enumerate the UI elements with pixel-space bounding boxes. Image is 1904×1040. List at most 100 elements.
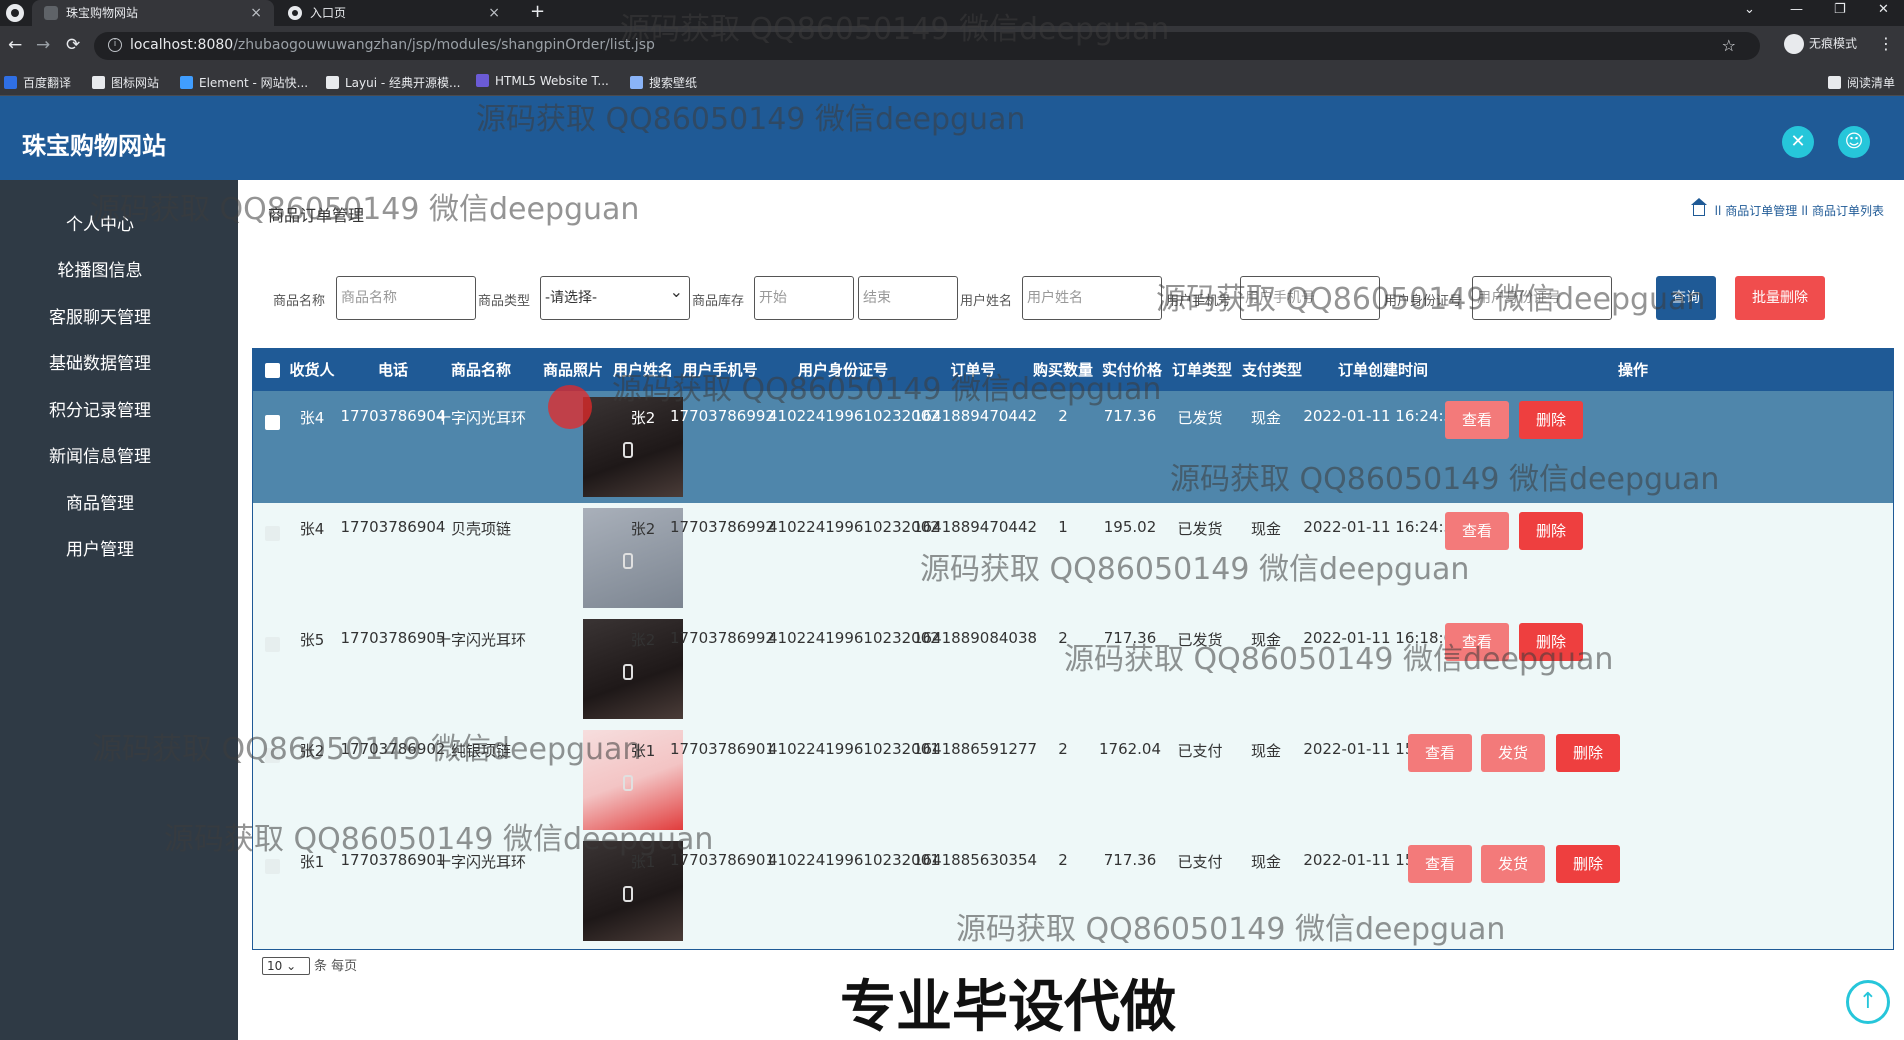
view-button[interactable]: 查看: [1408, 845, 1472, 883]
row-checkbox[interactable]: [265, 415, 280, 430]
sidebar-item-basic-data[interactable]: 基础数据管理: [0, 349, 200, 379]
bookmark-star-icon[interactable]: ☆: [1722, 36, 1736, 55]
minimize-icon[interactable]: —: [1790, 0, 1803, 20]
sidebar-item-chat[interactable]: 客服聊天管理: [0, 303, 200, 333]
tab-zhubao[interactable]: 珠宝购物网站 ×: [32, 0, 274, 26]
delete-button[interactable]: 删除: [1556, 734, 1620, 772]
back-to-top-icon[interactable]: ↑: [1846, 980, 1890, 1024]
browser-tab-bar: 珠宝购物网站 × 入口页 × + ⌄ — ❐ ✕: [0, 0, 1904, 26]
bookmark-item[interactable]: Layui - 经典开源模...: [326, 74, 460, 91]
sidebar-item-products[interactable]: 商品管理: [0, 489, 200, 519]
user-icon[interactable]: ☺: [1838, 126, 1870, 158]
tab-search-icon[interactable]: ⌄: [1744, 0, 1755, 20]
delete-button[interactable]: 删除: [1519, 623, 1583, 661]
user-name-input[interactable]: 用户姓名: [1022, 276, 1162, 320]
bookmark-item[interactable]: 图标网站: [92, 74, 159, 91]
row-checkbox[interactable]: [265, 748, 280, 763]
header-order-type[interactable]: 订单类型: [1165, 349, 1239, 391]
view-button[interactable]: 查看: [1445, 401, 1509, 439]
delete-button[interactable]: 删除: [1519, 512, 1583, 550]
delete-button[interactable]: 删除: [1519, 401, 1583, 439]
cell-order-no: 1641885630354: [913, 851, 1038, 869]
fullscreen-icon[interactable]: ✕: [1782, 126, 1814, 158]
window-close-icon[interactable]: ✕: [1878, 0, 1889, 20]
reload-icon[interactable]: ⟳: [66, 36, 80, 54]
row-checkbox[interactable]: [265, 526, 280, 541]
row-checkbox[interactable]: [265, 859, 280, 874]
breadcrumb: ll 商品订单管理 ll 商品订单列表: [1690, 198, 1884, 219]
bookmarks-bar: 百度翻译 图标网站 Element - 网站快... Layui - 经典开源模…: [0, 66, 1904, 96]
type-label: 商品类型: [478, 294, 531, 309]
select-all-checkbox[interactable]: [265, 363, 280, 378]
bookmark-item[interactable]: 百度翻译: [4, 74, 71, 91]
sidebar-item-carousel[interactable]: 轮播图信息: [0, 256, 200, 286]
table-row[interactable]: 张1 17703786901 十字闪光耳环 张1 17703786901 410…: [253, 835, 1893, 947]
header-receiver[interactable]: 收货人: [285, 349, 339, 391]
header-order-no[interactable]: 订单号: [913, 349, 1033, 391]
url-path: /zhubaogouwuwangzhan/jsp/modules/shangpi…: [233, 37, 655, 53]
view-button[interactable]: 查看: [1408, 734, 1472, 772]
sidebar-item-users[interactable]: 用户管理: [0, 535, 200, 565]
globe-icon: [288, 6, 302, 20]
forward-icon[interactable]: →: [36, 36, 50, 54]
cell-qty: 2: [1058, 851, 1068, 869]
product-type-select[interactable]: -请选择-: [540, 271, 690, 320]
header-id-card[interactable]: 用户身份证号: [773, 349, 913, 391]
batch-delete-button[interactable]: 批量删除: [1735, 276, 1825, 320]
main-content: 商品订单管理 ll 商品订单管理 ll 商品订单列表 商品名称 商品名称 商品类型 -…: [238, 180, 1904, 1040]
tab-close-icon[interactable]: ×: [250, 0, 262, 26]
cell-id-card: 410224199610232001: [768, 740, 940, 758]
view-button[interactable]: 查看: [1445, 512, 1509, 550]
cell-qty: 2: [1058, 407, 1068, 425]
ship-button[interactable]: 发货: [1481, 734, 1545, 772]
bookmark-item[interactable]: 搜索壁纸: [630, 74, 697, 91]
cell-pay-type: 现金: [1250, 742, 1281, 760]
incognito-indicator[interactable]: 无痕模式: [1784, 34, 1857, 54]
user-phone-input[interactable]: 用户手机号: [1240, 276, 1380, 320]
stock-start-input[interactable]: 开始: [754, 276, 854, 320]
view-button[interactable]: 查看: [1445, 623, 1509, 661]
sidebar-item-points[interactable]: 积分记录管理: [0, 396, 200, 426]
tab-close-icon[interactable]: ×: [488, 0, 500, 26]
table-row[interactable]: 张5 17703786905 十字闪光耳环 张2 17703786992 410…: [253, 613, 1893, 725]
site-info-icon[interactable]: i: [108, 38, 122, 52]
bookmark-item[interactable]: HTML5 Website T...: [476, 74, 609, 88]
cell-order-no: 1641889470442: [913, 407, 1038, 425]
header-phone[interactable]: 电话: [343, 349, 443, 391]
sidebar-item-news[interactable]: 新闻信息管理: [0, 442, 200, 472]
search-form: 商品名称 商品名称 商品类型 -请选择- 商品库存 开始 结束 用户姓名 用户姓…: [238, 271, 1904, 326]
table-row[interactable]: 张2 17703786902 纯银项链 张1 17703786901 41022…: [253, 724, 1893, 836]
sidebar-item-profile[interactable]: 个人中心: [0, 210, 200, 240]
breadcrumb-item[interactable]: 商品订单管理: [1725, 204, 1797, 218]
home-icon[interactable]: [1690, 198, 1707, 216]
ship-button[interactable]: 发货: [1481, 845, 1545, 883]
new-tab-icon[interactable]: +: [530, 0, 545, 24]
stock-end-input[interactable]: 结束: [858, 276, 958, 320]
header-price[interactable]: 实付价格: [1095, 349, 1169, 391]
cell-price: 717.36: [1103, 407, 1157, 425]
delete-button[interactable]: 删除: [1556, 845, 1620, 883]
url-field[interactable]: i localhost:8080/zhubaogouwuwangzhan/jsp…: [94, 32, 1760, 60]
row-checkbox[interactable]: [265, 637, 280, 652]
tab-entry[interactable]: 入口页 ×: [276, 0, 512, 26]
table-row[interactable]: 张4 17703786904 贝壳项链 张2 17703786992 41022…: [253, 502, 1893, 614]
bookmark-item[interactable]: Element - 网站快...: [180, 74, 308, 91]
restore-icon[interactable]: ❐: [1834, 0, 1846, 20]
header-qty[interactable]: 购买数量: [1028, 349, 1098, 391]
table-row[interactable]: 张4 17703786904 十字闪光耳环 张2 17703786992 410…: [253, 391, 1893, 503]
cell-order-type: 已支付: [1177, 853, 1223, 871]
product-name-input[interactable]: 商品名称: [336, 276, 476, 320]
reading-list-icon: [1828, 76, 1841, 89]
back-icon[interactable]: ←: [8, 36, 22, 54]
query-button[interactable]: 查询: [1656, 276, 1716, 320]
header-user-phone[interactable]: 用户手机号: [670, 349, 770, 391]
id-card-input[interactable]: 用户身份证号: [1472, 276, 1612, 320]
reading-list[interactable]: 阅读清单: [1828, 74, 1895, 91]
cell-order-type: 已发货: [1177, 520, 1223, 538]
browser-menu-icon[interactable]: ⋮: [1878, 34, 1894, 53]
cell-product: 贝壳项链: [450, 520, 511, 538]
page-size-select[interactable]: 10 ⌄: [262, 957, 310, 975]
header-product[interactable]: 商品名称: [431, 349, 531, 391]
browser-logo-icon: [6, 4, 24, 22]
reading-list-label: 阅读清单: [1847, 76, 1896, 90]
